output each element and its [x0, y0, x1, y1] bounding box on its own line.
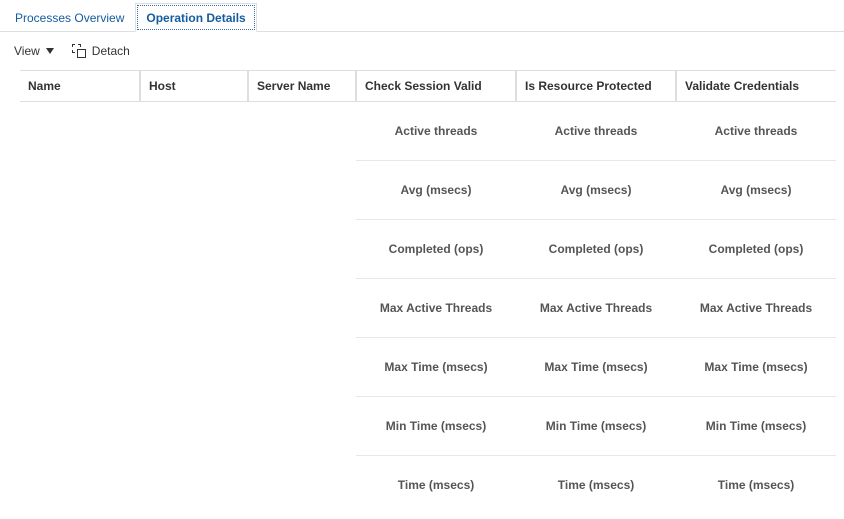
metric-label: Completed (ops) [516, 220, 676, 279]
metric-label: Active threads [676, 102, 836, 161]
empty-cell [248, 338, 356, 397]
metric-label: Active threads [356, 102, 516, 161]
empty-cell [20, 161, 140, 220]
empty-cell [140, 161, 248, 220]
col-validate-credentials[interactable]: Validate Credentials [676, 71, 836, 102]
empty-cell [248, 456, 356, 514]
metric-label: Min Time (msecs) [516, 397, 676, 456]
empty-cell [20, 279, 140, 338]
tab-processes-overview[interactable]: Processes Overview [4, 3, 135, 32]
metric-label: Max Time (msecs) [516, 338, 676, 397]
tab-bar: Processes Overview Operation Details [0, 0, 844, 32]
metric-label: Completed (ops) [356, 220, 516, 279]
metric-label: Max Active Threads [516, 279, 676, 338]
metric-row: Max Active ThreadsMax Active ThreadsMax … [20, 279, 836, 338]
col-server-name[interactable]: Server Name [248, 71, 356, 102]
empty-cell [140, 397, 248, 456]
empty-cell [20, 102, 140, 162]
empty-cell [20, 338, 140, 397]
metric-row: Time (msecs)Time (msecs)Time (msecs) [20, 456, 836, 514]
metric-label: Avg (msecs) [516, 161, 676, 220]
empty-cell [248, 102, 356, 162]
metric-label: Max Active Threads [676, 279, 836, 338]
metric-label: Min Time (msecs) [356, 397, 516, 456]
empty-cell [140, 102, 248, 162]
empty-cell [140, 220, 248, 279]
empty-cell [248, 161, 356, 220]
empty-cell [248, 397, 356, 456]
metric-label: Time (msecs) [676, 456, 836, 514]
operations-table: Name Host Server Name Check Session Vali… [0, 70, 844, 514]
chevron-down-icon [46, 48, 54, 54]
metric-label: Max Time (msecs) [676, 338, 836, 397]
empty-cell [20, 456, 140, 514]
empty-cell [248, 220, 356, 279]
table-header-row: Name Host Server Name Check Session Vali… [20, 71, 836, 102]
empty-cell [248, 279, 356, 338]
metric-label: Min Time (msecs) [676, 397, 836, 456]
detach-button[interactable]: Detach [70, 40, 132, 62]
metric-label: Completed (ops) [676, 220, 836, 279]
col-is-resource-protected[interactable]: Is Resource Protected [516, 71, 676, 102]
metric-label: Max Active Threads [356, 279, 516, 338]
empty-cell [140, 456, 248, 514]
col-name[interactable]: Name [20, 71, 140, 102]
col-host[interactable]: Host [140, 71, 248, 102]
detach-label: Detach [92, 44, 130, 58]
metric-label: Avg (msecs) [676, 161, 836, 220]
metric-label: Max Time (msecs) [356, 338, 516, 397]
metric-row: Completed (ops)Completed (ops)Completed … [20, 220, 836, 279]
metric-row: Avg (msecs)Avg (msecs)Avg (msecs) [20, 161, 836, 220]
empty-cell [140, 338, 248, 397]
metric-row: Active threadsActive threadsActive threa… [20, 102, 836, 162]
empty-cell [140, 279, 248, 338]
metric-label: Active threads [516, 102, 676, 161]
metric-label: Time (msecs) [516, 456, 676, 514]
detach-icon [72, 44, 86, 58]
col-check-session-valid[interactable]: Check Session Valid [356, 71, 516, 102]
empty-cell [20, 397, 140, 456]
tab-operation-details[interactable]: Operation Details [135, 3, 256, 32]
view-menu-label: View [14, 44, 40, 58]
table-toolbar: View Detach [0, 32, 844, 70]
metric-label: Time (msecs) [356, 456, 516, 514]
metric-row: Max Time (msecs)Max Time (msecs)Max Time… [20, 338, 836, 397]
metric-row: Min Time (msecs)Min Time (msecs)Min Time… [20, 397, 836, 456]
metric-label: Avg (msecs) [356, 161, 516, 220]
view-menu[interactable]: View [12, 40, 56, 62]
empty-cell [20, 220, 140, 279]
